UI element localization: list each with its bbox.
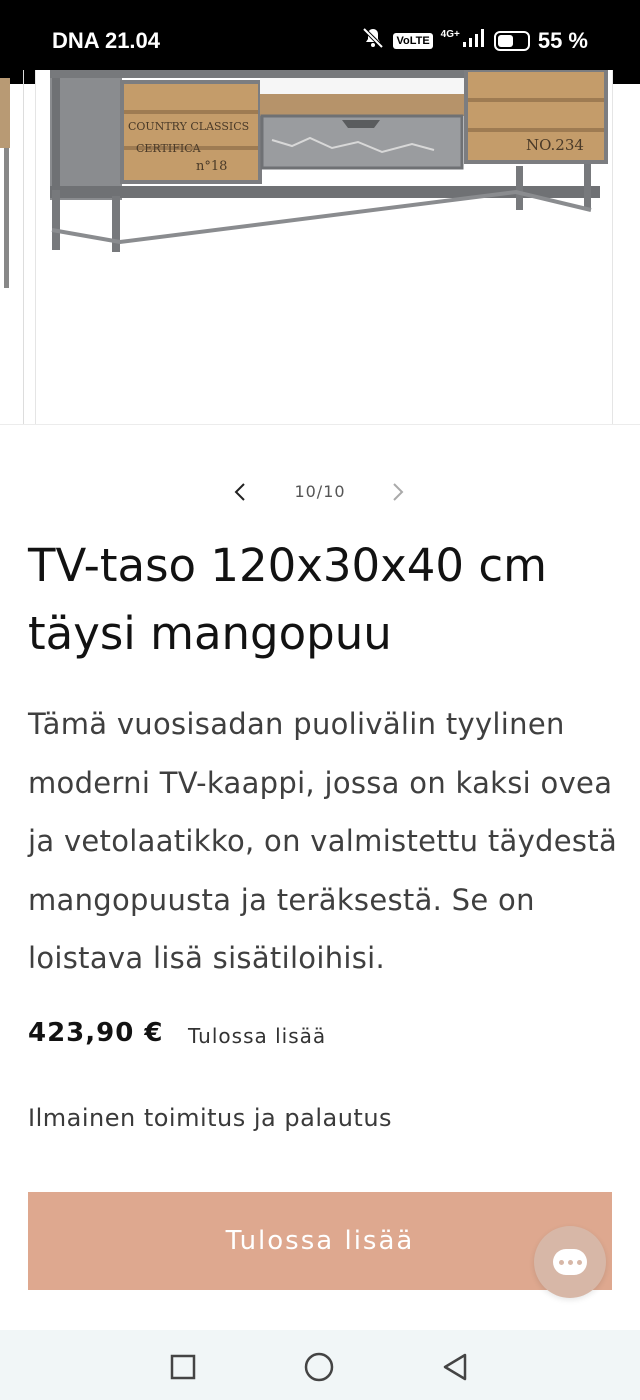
chat-bubble-icon xyxy=(553,1249,587,1275)
crate-text-3: n°18 xyxy=(196,159,227,174)
crate-text-2: CERTIFICA xyxy=(136,142,202,155)
battery-percent: 55 % xyxy=(537,27,588,53)
signal-icon xyxy=(462,28,486,53)
gallery-pager: 10/10 xyxy=(0,470,640,514)
volte-icon: VoLTE xyxy=(393,32,433,49)
gallery-counter: 10/10 xyxy=(294,482,346,501)
carrier-time: DNA 21.04 xyxy=(52,28,161,53)
silent-bell-icon xyxy=(361,26,385,55)
chevron-right-icon[interactable] xyxy=(384,478,412,506)
gallery-divider xyxy=(0,424,640,425)
chat-button[interactable] xyxy=(534,1226,606,1298)
shipping-info: Ilmainen toimitus ja palautus xyxy=(28,1104,393,1132)
previous-slide-edge[interactable] xyxy=(0,70,24,424)
network-type: 4G+ xyxy=(440,29,460,40)
home-circle-icon[interactable] xyxy=(302,1350,336,1384)
coming-soon-button[interactable]: Tulossa lisää xyxy=(28,1192,612,1290)
battery-fill xyxy=(497,34,513,47)
chevron-left-icon[interactable] xyxy=(226,478,254,506)
product-price: 423,90 € xyxy=(28,1018,164,1048)
system-nav-bar xyxy=(0,1330,640,1400)
product-description: Tämä vuosisadan puolivälin tyylinen mode… xyxy=(28,707,618,975)
crate-text-1: COUNTRY CLASSICS xyxy=(128,120,249,133)
status-icons: VoLTE 4G+ 55 % xyxy=(361,26,588,55)
recents-square-icon[interactable] xyxy=(166,1350,200,1384)
tv-stand-illustration: COUNTRY CLASSICS CERTIFICA n°18 NO.234 xyxy=(50,70,608,252)
battery-icon xyxy=(493,30,530,51)
crate-text-4: NO.234 xyxy=(526,136,584,154)
product-gallery[interactable]: COUNTRY CLASSICS CERTIFICA n°18 NO.234 xyxy=(0,70,640,426)
availability-badge: Tulossa lisää xyxy=(188,1024,327,1048)
back-triangle-icon[interactable] xyxy=(438,1350,472,1384)
product-title: TV-taso 120x30x40 cm täysi mangopuu xyxy=(28,539,547,660)
product-image[interactable]: COUNTRY CLASSICS CERTIFICA n°18 NO.234 xyxy=(35,70,613,425)
